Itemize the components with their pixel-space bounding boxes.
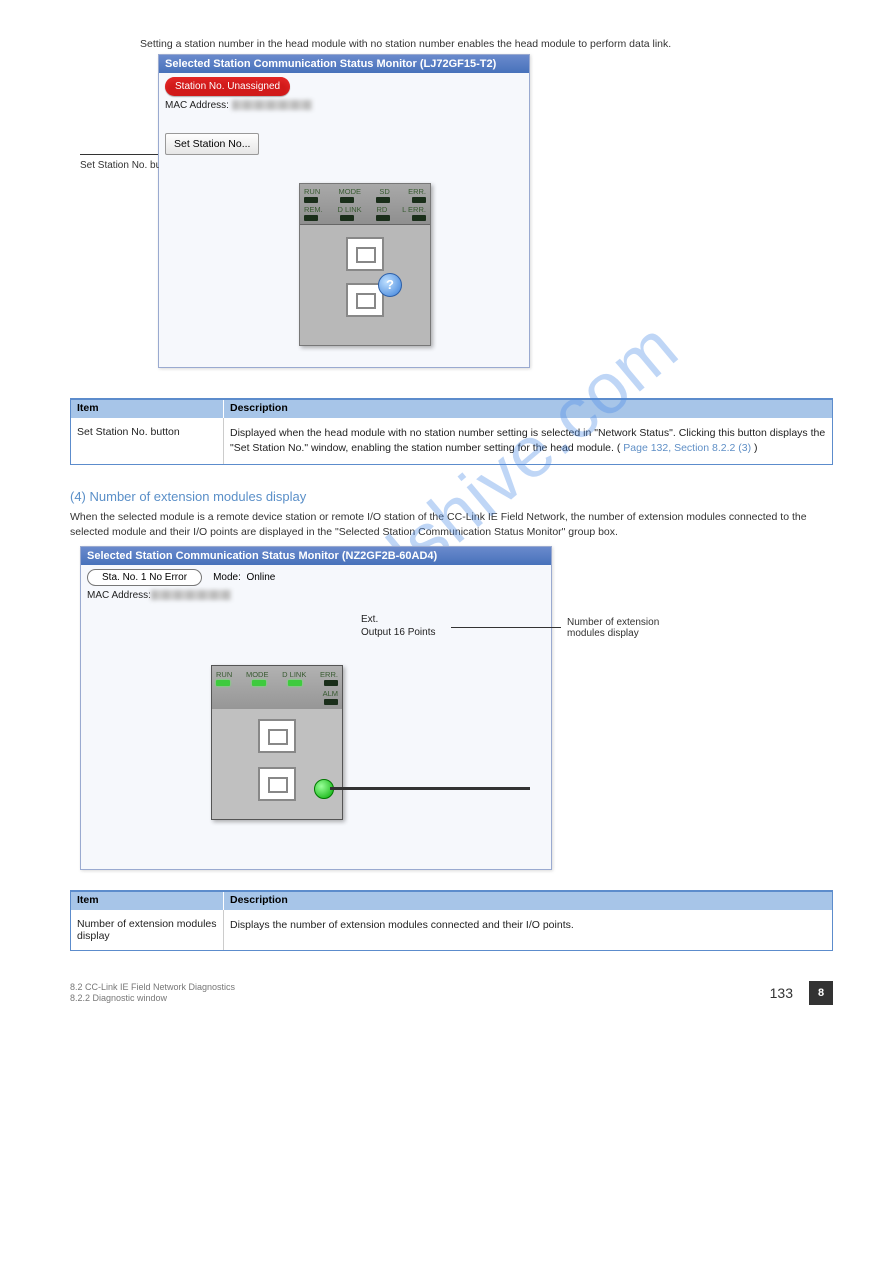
head-module-graphic: RUN MODE SD ERR. REM. D LINK RD L ERR. bbox=[299, 183, 431, 346]
mode-label: Mode: Online bbox=[213, 572, 275, 583]
led-label-sd: SD bbox=[379, 187, 389, 196]
callout-leader bbox=[80, 154, 158, 155]
table1-head-desc: Description bbox=[223, 400, 833, 418]
led2-alm: ALM bbox=[323, 689, 338, 698]
table2-cell-desc: Displays the number of extension modules… bbox=[223, 910, 833, 950]
section-4-paragraph: When the selected module is a remote dev… bbox=[70, 510, 833, 539]
extension-readout: Ext. Output 16 Points bbox=[361, 613, 436, 639]
monitor-window-1: Selected Station Communication Status Mo… bbox=[158, 54, 530, 368]
mac-value-blurred bbox=[232, 100, 312, 110]
intro-paragraph: Setting a station number in the head mod… bbox=[140, 38, 833, 50]
mac-address-line: MAC Address: bbox=[165, 100, 523, 111]
led-label-run: RUN bbox=[304, 187, 320, 196]
led2-run: RUN bbox=[216, 670, 232, 679]
port-1 bbox=[346, 237, 384, 271]
table1-head-item: Item bbox=[70, 400, 223, 418]
table2-cell-item: Number of extension modules display bbox=[70, 910, 223, 950]
port2-2 bbox=[258, 767, 296, 801]
led-label-lerr: L ERR. bbox=[402, 205, 426, 214]
led-label-rd: RD bbox=[376, 205, 387, 214]
monitor2-title: Selected Station Communication Status Mo… bbox=[81, 547, 551, 565]
monitor1-title: Selected Station Communication Status Mo… bbox=[159, 55, 529, 73]
table-1: Item Description Set Station No. button … bbox=[70, 398, 833, 465]
callout-leader-2 bbox=[451, 627, 561, 628]
led-label-err: ERR. bbox=[408, 187, 426, 196]
station-status-pill: Sta. No. 1 No Error bbox=[87, 569, 202, 586]
question-icon: ? bbox=[378, 273, 402, 297]
mac-label: MAC Address: bbox=[165, 100, 229, 111]
table2-head-desc: Description bbox=[223, 892, 833, 910]
chapter-badge: 8 bbox=[809, 981, 833, 1005]
led2-err: ERR. bbox=[320, 670, 338, 679]
led2-mode: MODE bbox=[246, 670, 269, 679]
remote-module-graphic: RUN MODE D LINK ERR. ALM bbox=[211, 665, 343, 820]
footer-section-title: 8.2 CC-Link IE Field Network Diagnostics bbox=[70, 982, 770, 993]
port2-1 bbox=[258, 719, 296, 753]
station-unassigned-pill: Station No. Unassigned bbox=[165, 77, 290, 96]
section-4-heading: (4) Number of extension modules display bbox=[70, 489, 833, 504]
monitor-window-2: Selected Station Communication Status Mo… bbox=[80, 546, 552, 870]
table1-cell-item: Set Station No. button bbox=[70, 418, 223, 464]
table2-head-item: Item bbox=[70, 892, 223, 910]
led-label-dlink: D LINK bbox=[338, 205, 362, 214]
page-number: 133 bbox=[770, 985, 793, 1001]
led-label-mode: MODE bbox=[339, 187, 362, 196]
table-2: Item Description Number of extension mod… bbox=[70, 890, 833, 951]
cable-line bbox=[330, 787, 530, 790]
callout-label-2: Number of extension modules display bbox=[567, 617, 697, 639]
ext-label: Ext. bbox=[361, 613, 436, 626]
ext-value: Output 16 Points bbox=[361, 626, 436, 639]
footer-subsection-title: 8.2.2 Diagnostic window bbox=[70, 993, 770, 1004]
mac-address-line-2: MAC Address: bbox=[87, 590, 545, 601]
mode-value: Online bbox=[246, 572, 275, 583]
led2-dlink: D LINK bbox=[282, 670, 306, 679]
page-footer: 8.2 CC-Link IE Field Network Diagnostics… bbox=[70, 981, 833, 1005]
table1-cell-desc: Displayed when the head module with no s… bbox=[223, 418, 833, 464]
led-label-rem: REM. bbox=[304, 205, 323, 214]
set-station-no-button[interactable]: Set Station No... bbox=[165, 133, 259, 155]
page-reference-link[interactable]: Page 132, Section 8.2.2 (3) bbox=[623, 442, 751, 454]
